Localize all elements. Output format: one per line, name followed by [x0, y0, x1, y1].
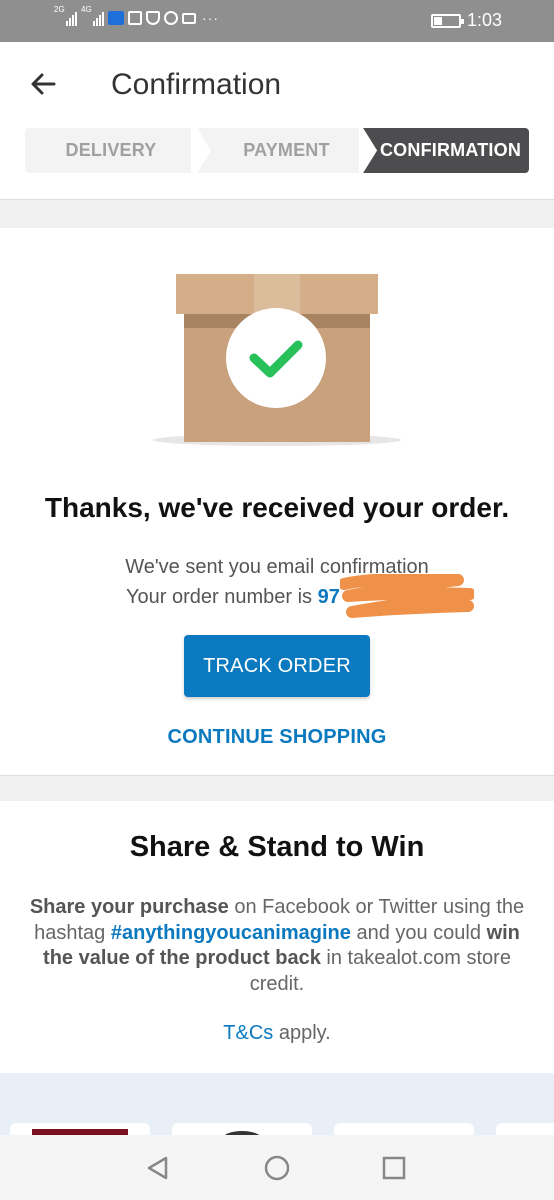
step-divider: [191, 128, 211, 173]
system-nav-bar: [0, 1135, 554, 1200]
checkout-steps: DELIVERY PAYMENT CONFIRMATION: [25, 128, 529, 173]
step-label: DELIVERY: [65, 140, 157, 160]
arrow-left-icon: [31, 73, 56, 95]
share-text-part: and you could: [356, 921, 481, 944]
status-bar-left: 2G 4G ···: [54, 6, 219, 26]
status-bar-right: 1:03: [430, 10, 502, 31]
signal-icon: 2G: [54, 6, 77, 26]
tcs-line: T&Cs apply.: [0, 1022, 554, 1045]
news-icon: [128, 11, 142, 25]
track-order-button[interactable]: TRACK ORDER: [184, 635, 370, 697]
page-title: Confirmation: [111, 68, 282, 101]
status-bar: 2G 4G ··· 1:03: [0, 0, 554, 42]
order-confirmation-card: Thanks, we've received your order. We've…: [0, 228, 554, 776]
step-divider: [359, 128, 377, 173]
continue-shopping-link[interactable]: CONTINUE SHOPPING: [0, 726, 554, 749]
step-confirmation: CONFIRMATION: [362, 128, 529, 173]
tcs-suffix: apply.: [278, 1022, 331, 1044]
order-number-line: Your order number is 97: [126, 586, 340, 609]
share-text-bold: Share your purchase: [29, 896, 229, 918]
tcs-link[interactable]: T&Cs: [223, 1022, 273, 1044]
order-number: 97: [317, 586, 340, 608]
share-title: Share & Stand to Win: [129, 831, 425, 863]
signal-icon: 4G: [81, 6, 104, 26]
order-number-prefix: Your order number is: [126, 586, 313, 608]
status-time: 1:03: [466, 10, 502, 30]
step-label: CONFIRMATION: [379, 140, 522, 160]
shield-icon: [146, 11, 160, 25]
battery-icon: [430, 13, 464, 28]
signal-label: 2G: [54, 5, 65, 14]
home-circle-icon[interactable]: [262, 1153, 292, 1183]
back-button[interactable]: [26, 66, 62, 102]
more-dots-icon: ···: [202, 10, 219, 26]
whatsapp-icon: [164, 11, 178, 25]
app-notification-icon: [108, 11, 124, 25]
step-delivery: DELIVERY: [25, 128, 205, 173]
recommendations-strip: [0, 1073, 554, 1143]
box-check-icon: [153, 274, 401, 446]
share-description: Share your purchase on Facebook or Twitt…: [22, 895, 532, 997]
signal-label: 4G: [81, 5, 92, 14]
redaction-scribble: [340, 574, 474, 618]
section-spacer: [0, 200, 554, 228]
hashtag-link[interactable]: #anythingyoucanimagine: [111, 922, 351, 944]
header: Confirmation DELIVERY PAYMENT CONFIRMATI…: [0, 42, 554, 200]
step-label: PAYMENT: [243, 140, 330, 160]
share-promo-card: Share & Stand to Win Share your purchase…: [0, 801, 554, 1073]
back-triangle-icon[interactable]: [143, 1153, 173, 1183]
mail-icon: [182, 12, 196, 24]
recents-square-icon[interactable]: [379, 1153, 409, 1183]
thanks-heading: Thanks, we've received your order.: [44, 492, 510, 523]
section-spacer: [0, 777, 554, 801]
